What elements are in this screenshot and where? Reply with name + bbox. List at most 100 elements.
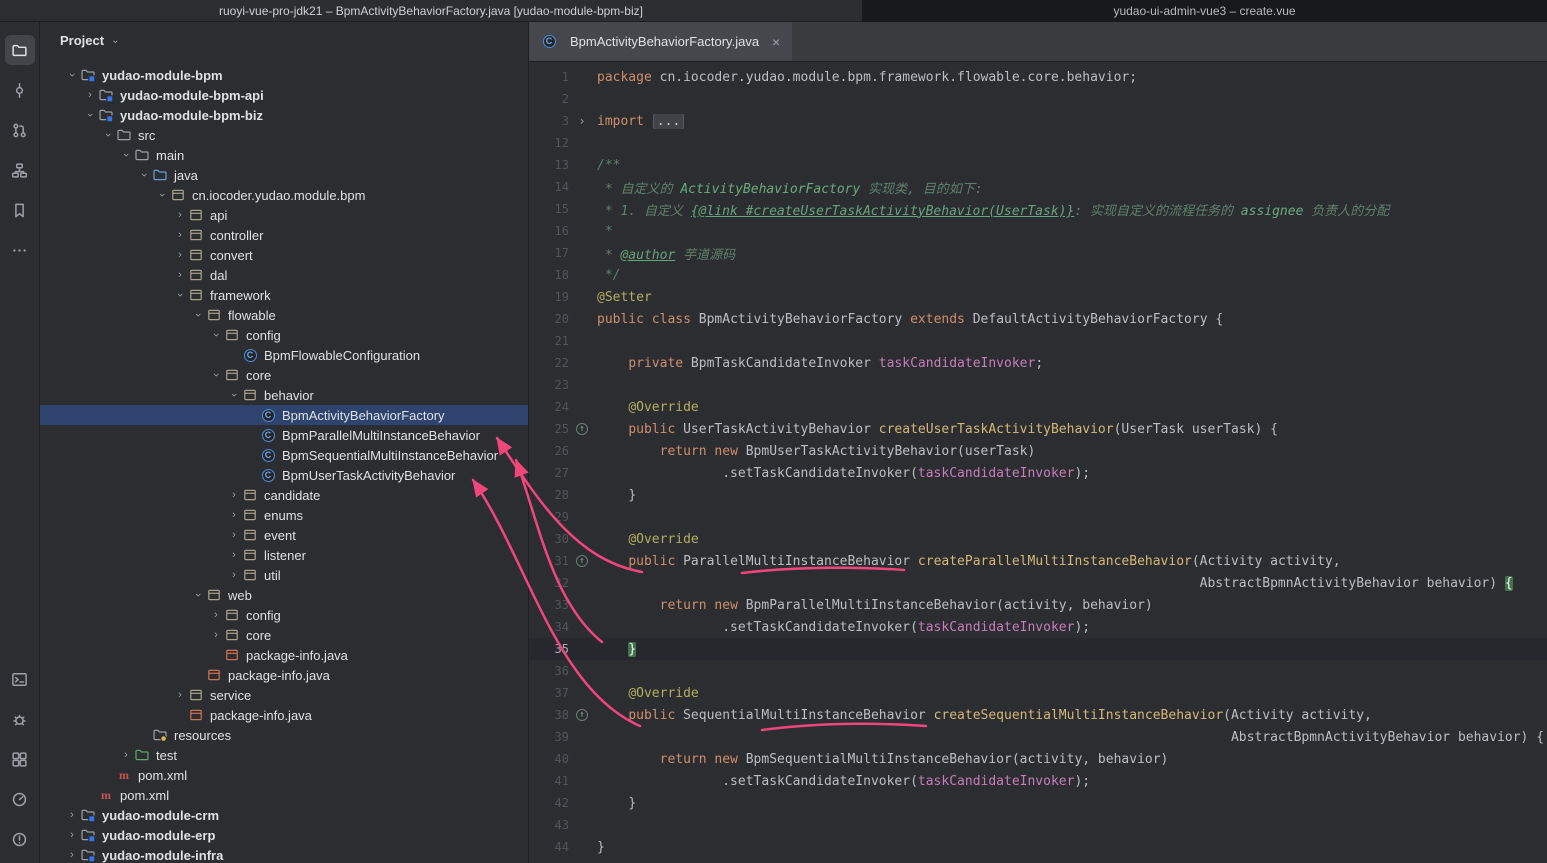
chevron-icon[interactable]: › bbox=[226, 387, 242, 403]
pull-requests-icon[interactable] bbox=[5, 115, 35, 145]
chevron-icon[interactable]: › bbox=[208, 367, 224, 383]
chevron-icon[interactable]: › bbox=[226, 527, 242, 543]
tab-bpm-activity-behavior-factory[interactable]: C BpmActivityBehaviorFactory.java × bbox=[529, 22, 792, 61]
tree-item-label: package-info.java bbox=[210, 708, 312, 723]
chevron-icon[interactable]: › bbox=[64, 847, 80, 863]
tree-item-yudao-module-bpm[interactable]: ›yudao-module-bpm bbox=[40, 65, 528, 85]
chevron-icon[interactable]: › bbox=[208, 607, 224, 623]
tree-item-event[interactable]: ›event bbox=[40, 525, 528, 545]
tree-item-yudao-module-infra[interactable]: ›yudao-module-infra bbox=[40, 845, 528, 863]
fold-icon[interactable]: › bbox=[571, 114, 593, 128]
chevron-icon[interactable]: › bbox=[172, 207, 188, 223]
chevron-icon[interactable]: › bbox=[118, 147, 134, 163]
chevron-icon[interactable]: › bbox=[172, 287, 188, 303]
gutter: 36 bbox=[529, 664, 597, 678]
chevron-icon[interactable]: › bbox=[118, 747, 134, 763]
tree-item-util[interactable]: ›util bbox=[40, 565, 528, 585]
chevron-icon[interactable]: › bbox=[82, 87, 98, 103]
tree-item-cn-iocoder-yudao-module-bpm[interactable]: ›cn.iocoder.yudao.module.bpm bbox=[40, 185, 528, 205]
overrides-icon[interactable]: ↑ bbox=[571, 709, 593, 721]
chevron-icon[interactable]: › bbox=[172, 267, 188, 283]
tree-item-yudao-module-bpm-api[interactable]: ›yudao-module-bpm-api bbox=[40, 85, 528, 105]
tree-item-dal[interactable]: ›dal bbox=[40, 265, 528, 285]
code-line: 38↑ public SequentialMultiInstanceBehavi… bbox=[529, 704, 1547, 726]
tree-item-pom-xml[interactable]: mpom.xml bbox=[40, 785, 528, 805]
chevron-icon[interactable]: › bbox=[208, 327, 224, 343]
chevron-down-icon[interactable]: ⌄ bbox=[111, 35, 119, 46]
structure-icon[interactable] bbox=[5, 155, 35, 185]
tree-item-label: service bbox=[210, 688, 251, 703]
chevron-icon[interactable]: › bbox=[64, 67, 80, 83]
tree-item-controller[interactable]: ›controller bbox=[40, 225, 528, 245]
tree-item-service[interactable]: › service bbox=[40, 685, 528, 705]
chevron-icon[interactable]: › bbox=[64, 827, 80, 843]
tree-item-listener[interactable]: ›listener bbox=[40, 545, 528, 565]
debug-icon[interactable] bbox=[5, 704, 35, 734]
chevron-icon[interactable]: › bbox=[172, 247, 188, 263]
code-editor[interactable]: 1package cn.iocoder.yudao.module.bpm.fra… bbox=[529, 62, 1547, 863]
tree-item-yudao-module-bpm-biz[interactable]: ›yudao-module-bpm-biz bbox=[40, 105, 528, 125]
tree-item-main[interactable]: ›main bbox=[40, 145, 528, 165]
folder-icon bbox=[134, 147, 150, 163]
gutter: 23 bbox=[529, 378, 597, 392]
tree-item-bpmusertaskactivitybehavior[interactable]: CBpmUserTaskActivityBehavior bbox=[40, 465, 528, 485]
tree-item-yudao-module-crm[interactable]: ›yudao-module-crm bbox=[40, 805, 528, 825]
tree-item-core[interactable]: ›core bbox=[40, 625, 528, 645]
chevron-icon[interactable]: › bbox=[154, 187, 170, 203]
chevron-icon[interactable]: › bbox=[172, 687, 188, 703]
tree-item-framework[interactable]: ›framework bbox=[40, 285, 528, 305]
close-icon[interactable]: × bbox=[772, 34, 780, 50]
project-tree[interactable]: ›yudao-module-bpm›yudao-module-bpm-api›y… bbox=[40, 58, 528, 863]
overrides-icon[interactable]: ↑ bbox=[571, 555, 593, 567]
chevron-icon[interactable]: › bbox=[226, 567, 242, 583]
tree-item-java[interactable]: ›java bbox=[40, 165, 528, 185]
tree-item-flowable[interactable]: ›flowable bbox=[40, 305, 528, 325]
tree-item-behavior[interactable]: ›behavior bbox=[40, 385, 528, 405]
chevron-icon[interactable]: › bbox=[82, 107, 98, 123]
tree-item-config[interactable]: ›config bbox=[40, 325, 528, 345]
chevron-icon[interactable]: › bbox=[226, 507, 242, 523]
gutter: 21 bbox=[529, 334, 597, 348]
tree-item-core[interactable]: ›core bbox=[40, 365, 528, 385]
gutter: 44 bbox=[529, 840, 597, 854]
tree-item-config[interactable]: ›config bbox=[40, 605, 528, 625]
more-icon[interactable] bbox=[5, 235, 35, 265]
project-panel-header[interactable]: Project ⌄ bbox=[40, 22, 528, 58]
tree-item-pom-xml[interactable]: mpom.xml bbox=[40, 765, 528, 785]
chevron-icon[interactable]: › bbox=[172, 227, 188, 243]
tree-item-enums[interactable]: ›enums bbox=[40, 505, 528, 525]
tree-item-src[interactable]: ›src bbox=[40, 125, 528, 145]
tree-item-bpmflowableconfiguration[interactable]: CBpmFlowableConfiguration bbox=[40, 345, 528, 365]
tree-item-web[interactable]: ›web bbox=[40, 585, 528, 605]
tree-item-test[interactable]: ›test bbox=[40, 745, 528, 765]
overrides-icon[interactable]: ↑ bbox=[571, 423, 593, 435]
tree-item-package-info-java[interactable]: package-info.java bbox=[40, 665, 528, 685]
code-line: 30 @Override bbox=[529, 528, 1547, 550]
tree-item-package-info-java[interactable]: package-info.java bbox=[40, 645, 528, 665]
terminal-icon[interactable] bbox=[5, 664, 35, 694]
commit-icon[interactable] bbox=[5, 75, 35, 105]
problems-icon[interactable] bbox=[5, 824, 35, 854]
project-icon[interactable] bbox=[5, 35, 35, 65]
tree-item-candidate[interactable]: ›candidate bbox=[40, 485, 528, 505]
tree-item-yudao-module-erp[interactable]: ›yudao-module-erp bbox=[40, 825, 528, 845]
chevron-icon[interactable]: › bbox=[64, 807, 80, 823]
services-icon[interactable] bbox=[5, 744, 35, 774]
gutter: 30 bbox=[529, 532, 597, 546]
tree-item-api[interactable]: ›api bbox=[40, 205, 528, 225]
profiler-icon[interactable] bbox=[5, 784, 35, 814]
chevron-icon[interactable]: › bbox=[100, 127, 116, 143]
tree-item-resources[interactable]: resources bbox=[40, 725, 528, 745]
tree-item-bpmactivitybehaviorfactory[interactable]: CBpmActivityBehaviorFactory bbox=[40, 405, 528, 425]
bookmarks-icon[interactable] bbox=[5, 195, 35, 225]
chevron-icon[interactable]: › bbox=[136, 167, 152, 183]
tree-item-convert[interactable]: ›convert bbox=[40, 245, 528, 265]
chevron-icon[interactable]: › bbox=[190, 307, 206, 323]
tree-item-package-info-java[interactable]: package-info.java bbox=[40, 705, 528, 725]
chevron-icon[interactable]: › bbox=[208, 627, 224, 643]
chevron-icon[interactable]: › bbox=[190, 587, 206, 603]
tree-item-bpmparallelmultiinstancebehavior[interactable]: CBpmParallelMultiInstanceBehavior bbox=[40, 425, 528, 445]
tree-item-bpmsequentialmultiinstancebehavior[interactable]: CBpmSequentialMultiInstanceBehavior bbox=[40, 445, 528, 465]
chevron-icon[interactable]: › bbox=[226, 487, 242, 503]
chevron-icon[interactable]: › bbox=[226, 547, 242, 563]
